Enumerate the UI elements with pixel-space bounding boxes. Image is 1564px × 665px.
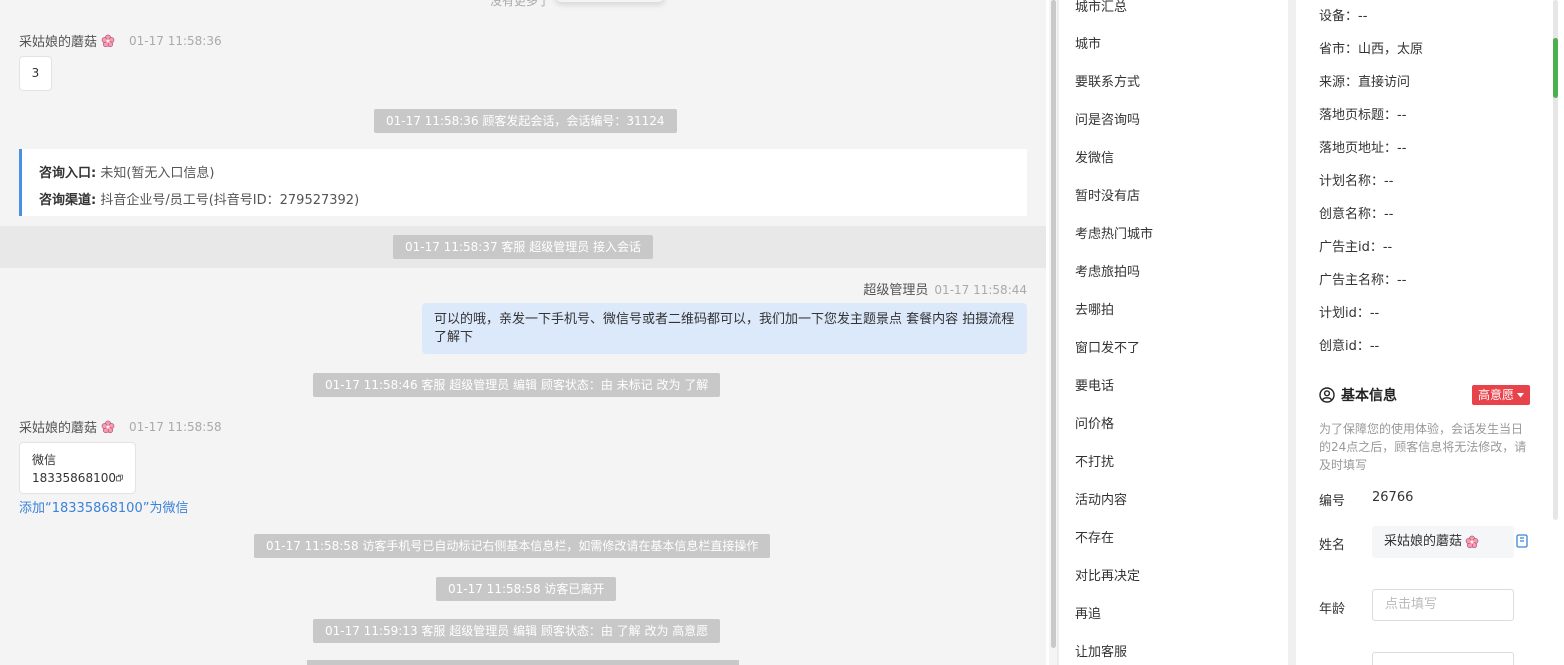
visitor-name: 采姑娘的蘑菇 [19,35,98,50]
flower-icon [101,420,115,433]
quick-reply-list: 城市汇总 城市 要联系方式 问是咨询吗 发微信 暂时没有店 考虑热门城市 考虑旅… [1059,0,1288,665]
system-message: 01-17 11:58:36 顾客发起会话，会话编号：31124 [374,109,677,133]
consult-info-card: 咨询入口: 未知(暂无入口信息) 咨询渠道: 抖音企业号/员工号(抖音号ID：2… [19,149,1027,216]
device-row: 设备：-- [1319,9,1368,24]
plan-id-row: 计划id：-- [1319,306,1380,321]
agent-name: 超级管理员 [863,283,929,298]
advertiser-id-row: 广告主id：-- [1319,240,1393,255]
quick-reply-item[interactable]: 不存在 [1075,527,1114,546]
visitor-name: 采姑娘的蘑菇 [19,421,98,436]
quick-reply-item[interactable]: 去哪拍 [1075,299,1114,318]
quick-reply-item[interactable]: 活动内容 [1075,489,1127,508]
creative-name-row: 创意名称：-- [1319,207,1394,222]
app-root: 没有更多了 采姑娘的蘑菇 01-17 11:58:36 3 01-17 11:5… [0,0,1564,665]
source-row: 来源：直接访问 [1319,75,1411,90]
next-field-input[interactable] [1372,652,1514,665]
quick-reply-item[interactable]: 要联系方式 [1075,71,1140,90]
caret-down-icon [1517,392,1525,397]
creative-id-row: 创意id：-- [1319,339,1380,354]
flower-icon [101,34,115,47]
no-more-note: 没有更多了 [490,0,551,8]
plan-name-row: 计划名称：-- [1319,174,1394,189]
name-value: 采姑娘的蘑菇 [1384,534,1463,549]
landing-url-row: 落地页地址：-- [1319,141,1407,156]
system-message: 01-17 11:58:58 访客手机号已自动标记右侧基本信息栏，如需修改请在基… [254,534,771,558]
system-message-partial [307,660,739,665]
user-circle-icon [1319,387,1335,403]
quick-reply-item[interactable]: 窗口发不了 [1075,337,1140,356]
message-time: 01-17 11:58:44 [934,283,1027,297]
intent-status-label: 高意愿 [1478,388,1515,402]
quick-reply-item[interactable]: 问价格 [1075,413,1114,432]
panel-scrollbar-thumb[interactable] [1553,38,1558,98]
chat-scrollbar-thumb[interactable] [1051,0,1056,648]
agent-message-bubble: 可以的哦，亲发一下手机号、微信号或者二维码都可以，我们加一下您发主题景点 套餐内… [422,303,1027,354]
quick-reply-item[interactable]: 考虑热门城市 [1075,223,1153,242]
column-divider [1288,0,1296,665]
intent-status-dropdown[interactable]: 高意愿 [1472,385,1531,405]
scroll-top-indicator [555,0,665,2]
quick-reply-item[interactable]: 考虑旅拍吗 [1075,261,1140,280]
wechat-label: 微信 [32,453,57,467]
quick-reply-item[interactable]: 不打扰 [1075,451,1114,470]
quick-reply-item[interactable]: 再追 [1075,603,1101,622]
quick-reply-item[interactable]: 让加客服 [1075,641,1127,660]
wechat-number: 18335868100 [32,471,116,485]
customer-info-panel: 设备：-- 省市：山西，太原 来源：直接访问 落地页标题：-- 落地页地址：--… [1296,0,1548,665]
id-value: 26766 [1372,490,1414,505]
message-time: 01-17 11:58:36 [129,33,222,48]
quick-reply-item[interactable]: 城市 [1075,33,1101,52]
wechat-card: 微信 18335868100 [19,442,136,494]
system-message: 01-17 11:58:46 客服 超级管理员 编辑 顾客状态：由 未标记 改为… [313,373,721,397]
chat-scrollbar[interactable] [1049,0,1057,665]
system-message: 01-17 11:58:58 访客已离开 [436,577,617,601]
add-wechat-link[interactable]: 添加“18335868100”为微信 [19,497,188,516]
name-field[interactable]: 采姑娘的蘑菇 [1372,526,1514,558]
basic-info-heading: 基本信息 [1319,385,1397,405]
age-input[interactable]: 点击填写 [1372,589,1514,621]
edit-hint-text: 为了保障您的使用体验，会话发生当日的24点之后，顾客信息将无法修改，请及时填写 [1319,422,1527,472]
quick-reply-item[interactable]: 对比再决定 [1075,565,1140,584]
consult-channel-row: 咨询渠道: 抖音企业号/员工号(抖音号ID：279527392) [39,193,360,208]
chat-panel: 没有更多了 采姑娘的蘑菇 01-17 11:58:36 3 01-17 11:5… [0,0,1046,665]
id-label: 编号 [1319,494,1346,509]
copy-icon[interactable] [116,472,123,484]
section-title: 基本信息 [1341,388,1397,404]
quick-reply-item[interactable]: 要电话 [1075,375,1114,394]
system-message: 01-17 11:59:13 客服 超级管理员 编辑 顾客状态：由 了解 改为 … [313,619,721,643]
panel-scrollbar[interactable] [1548,0,1564,665]
landing-title-row: 落地页标题：-- [1319,108,1407,123]
consult-entry-row: 咨询入口: 未知(暂无入口信息) [39,166,215,181]
visitor-message-bubble: 3 [19,56,52,91]
system-message: 01-17 11:58:37 客服 超级管理员 接入会话 [393,235,654,259]
copy-icon[interactable] [1516,534,1530,549]
agent-header: 超级管理员 01-17 11:58:44 [863,279,1027,298]
age-label: 年龄 [1319,602,1346,617]
name-label: 姓名 [1319,538,1346,553]
visitor-header-1: 采姑娘的蘑菇 01-17 11:58:36 [19,31,222,51]
message-time: 01-17 11:58:58 [129,419,222,434]
quick-reply-item[interactable]: 问是咨询吗 [1075,109,1140,128]
province-row: 省市：山西，太原 [1319,42,1424,57]
quick-reply-item[interactable]: 城市汇总 [1075,0,1127,15]
visitor-header-2: 采姑娘的蘑菇 01-17 11:58:58 [19,417,222,437]
quick-reply-item[interactable]: 发微信 [1075,147,1114,166]
quick-reply-item[interactable]: 暂时没有店 [1075,185,1140,204]
wechat-number-row: 18335868100 [32,469,123,487]
advertiser-name-row: 广告主名称：-- [1319,273,1407,288]
flower-icon [1465,535,1479,549]
